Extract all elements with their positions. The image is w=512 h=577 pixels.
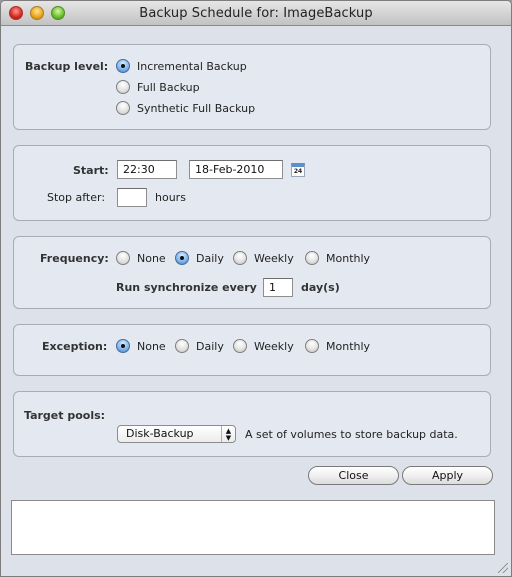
radio-synthetic-full-backup[interactable] <box>116 101 130 115</box>
backup-schedule-window: Backup Schedule for: ImageBackup Backup … <box>0 0 512 577</box>
exception-panel: Exception: None Daily Weekly Monthly <box>13 324 491 376</box>
target-pools-label: Target pools: <box>24 409 106 422</box>
stop-after-label: Stop after: <box>47 191 106 204</box>
start-date-input[interactable] <box>189 160 283 179</box>
exception-radio-daily[interactable] <box>175 339 189 353</box>
backup-level-panel: Backup level: Incremental Backup Full Ba… <box>13 44 491 130</box>
frequency-radio-daily-label[interactable]: Daily <box>196 252 224 265</box>
title-bar[interactable]: Backup Schedule for: ImageBackup <box>1 1 511 26</box>
frequency-radio-weekly[interactable] <box>233 251 247 265</box>
start-time-input[interactable] <box>117 160 177 179</box>
frequency-label: Frequency: <box>40 252 109 265</box>
frequency-radio-monthly-label[interactable]: Monthly <box>326 252 370 265</box>
exception-radio-weekly-label[interactable]: Weekly <box>254 340 294 353</box>
calendar-icon[interactable]: 24 <box>291 163 305 177</box>
select-arrows-icon: ▲ ▼ <box>221 426 235 442</box>
sync-unit-label: day(s) <box>301 281 340 294</box>
backup-level-label: Backup level: <box>25 60 109 73</box>
radio-incremental-backup-label[interactable]: Incremental Backup <box>137 60 247 73</box>
radio-synthetic-full-backup-label[interactable]: Synthetic Full Backup <box>137 102 255 115</box>
frequency-radio-daily[interactable] <box>175 251 189 265</box>
frequency-radio-none[interactable] <box>116 251 130 265</box>
exception-radio-none-label[interactable]: None <box>137 340 166 353</box>
radio-full-backup[interactable] <box>116 80 130 94</box>
radio-full-backup-label[interactable]: Full Backup <box>137 81 200 94</box>
stop-after-input[interactable] <box>117 188 147 207</box>
exception-radio-weekly[interactable] <box>233 339 247 353</box>
start-panel: Start: 24 Stop after: hours <box>13 145 491 221</box>
resize-grip-icon[interactable] <box>498 563 508 573</box>
log-output-area[interactable] <box>11 500 495 555</box>
exception-radio-monthly[interactable] <box>305 339 319 353</box>
radio-incremental-backup[interactable] <box>116 59 130 73</box>
frequency-radio-none-label[interactable]: None <box>137 252 166 265</box>
sync-interval-input[interactable] <box>263 278 293 297</box>
frequency-radio-monthly[interactable] <box>305 251 319 265</box>
target-pools-panel: Target pools: Disk-Backup ▲ ▼ A set of vo… <box>13 391 491 457</box>
exception-radio-none[interactable] <box>116 339 130 353</box>
exception-radio-daily-label[interactable]: Daily <box>196 340 224 353</box>
exception-label: Exception: <box>42 340 108 353</box>
apply-button[interactable]: Apply <box>402 466 493 485</box>
frequency-panel: Frequency: None Daily Weekly Monthly Run… <box>13 236 491 309</box>
close-button[interactable]: Close <box>308 466 399 485</box>
target-pools-description: A set of volumes to store backup data. <box>245 428 458 441</box>
start-label: Start: <box>73 164 109 177</box>
sync-label: Run synchronize every <box>116 281 257 294</box>
exception-radio-monthly-label[interactable]: Monthly <box>326 340 370 353</box>
target-pool-selected-value: Disk-Backup <box>126 427 194 440</box>
window-title: Backup Schedule for: ImageBackup <box>139 6 373 21</box>
target-pool-select[interactable]: Disk-Backup ▲ ▼ <box>117 425 236 443</box>
hours-label: hours <box>155 191 186 204</box>
frequency-radio-weekly-label[interactable]: Weekly <box>254 252 294 265</box>
